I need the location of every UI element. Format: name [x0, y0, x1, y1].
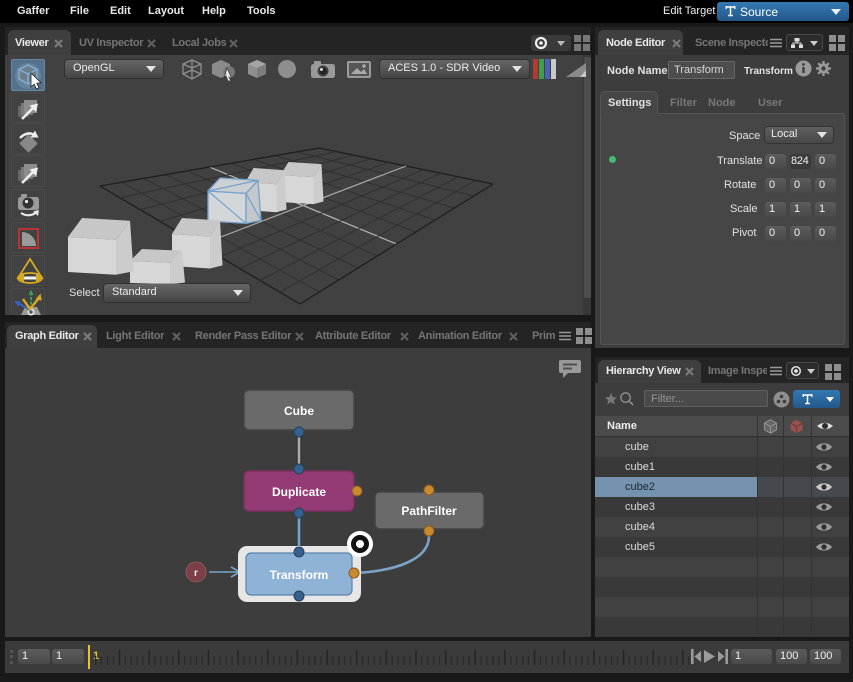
svg-text:Cube: Cube [284, 404, 314, 418]
svg-text:PathFilter: PathFilter [401, 504, 457, 518]
svg-text:Duplicate: Duplicate [272, 485, 326, 499]
svg-text:r: r [194, 568, 198, 579]
svg-text:Transform: Transform [270, 568, 329, 582]
